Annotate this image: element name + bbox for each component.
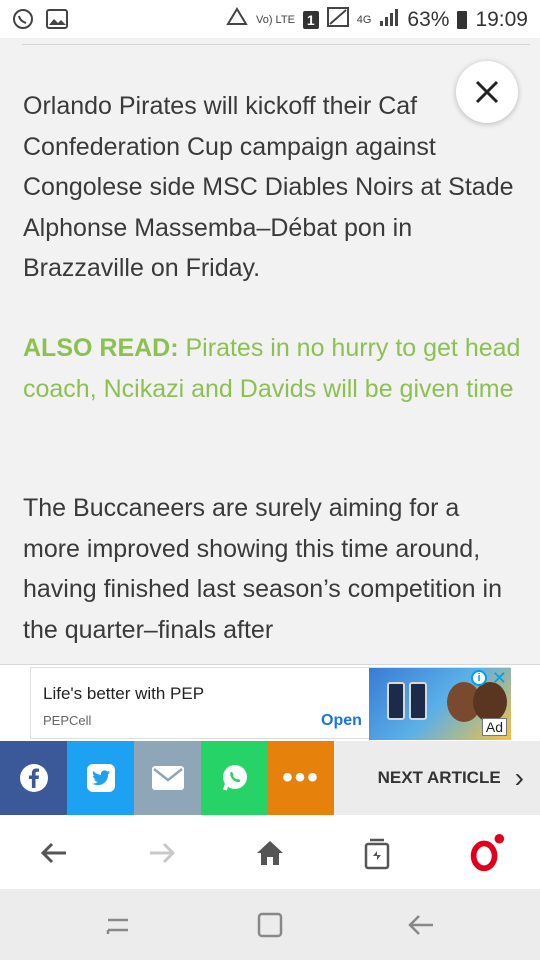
arrow-left-icon	[40, 842, 66, 864]
signal-empty-icon	[326, 7, 349, 33]
also-read-link[interactable]: ALSO READ: Pirates in no hurry to get he…	[23, 328, 523, 409]
facebook-icon	[19, 764, 48, 792]
browser-toolbar	[0, 815, 540, 889]
battery-icon	[457, 11, 468, 29]
gallery-notification-icon	[46, 9, 68, 35]
ad-title[interactable]: Life's better with PEP	[43, 684, 204, 704]
more-share-button[interactable]: •••	[268, 741, 334, 815]
next-article-button[interactable]: NEXT ARTICLE ›	[334, 741, 540, 815]
facebook-share-button[interactable]	[0, 741, 67, 815]
article-paragraph: Orlando Pirates will kickoff their Caf C…	[23, 92, 514, 282]
home-square-icon	[257, 912, 283, 938]
ad-tag: Ad	[481, 718, 507, 736]
ad-close-icon[interactable]: ✕	[492, 668, 507, 689]
home-button[interactable]	[250, 833, 290, 873]
divider	[22, 44, 530, 45]
article-body: Orlando Pirates will kickoff their Caf C…	[0, 38, 540, 664]
sim-badge: 1	[302, 11, 319, 29]
recent-apps-icon	[106, 918, 128, 934]
volte-indicator: Vo) LTE	[255, 14, 295, 26]
mail-icon	[151, 766, 184, 790]
share-bar: ••• NEXT ARTICLE ›	[0, 741, 540, 815]
clock: 19:09	[475, 8, 528, 31]
also-read-label: ALSO READ:	[23, 334, 179, 362]
ad-open-button[interactable]: Open	[321, 712, 362, 730]
next-article-label: NEXT ARTICLE	[377, 768, 501, 787]
recent-apps-button[interactable]	[98, 909, 138, 941]
back-nav-button[interactable]	[401, 909, 441, 941]
chevron-right-icon: ›	[514, 762, 524, 793]
ad-info-icon[interactable]: i	[471, 670, 487, 686]
twitter-icon	[86, 764, 115, 792]
ad-phone-image	[409, 682, 427, 720]
whatsapp-notification-icon	[12, 8, 34, 36]
ad-phone-image	[387, 682, 405, 720]
forward-button[interactable]	[142, 833, 182, 873]
system-navigation-bar	[0, 889, 540, 960]
close-icon[interactable]	[472, 77, 502, 107]
back-button[interactable]	[34, 833, 74, 873]
ad-advertiser: PEPCell	[43, 713, 92, 728]
opera-menu-button[interactable]	[466, 833, 506, 873]
twitter-share-button[interactable]	[67, 741, 134, 815]
close-button[interactable]	[456, 61, 518, 123]
email-share-button[interactable]	[134, 741, 201, 815]
network-type: 4G	[356, 14, 372, 26]
arrow-right-icon	[150, 842, 176, 864]
ad-banner[interactable]: Life's better with PEP PEPCell Open i ✕ …	[0, 664, 540, 741]
back-arrow-icon	[408, 915, 433, 935]
signal-bars-icon	[379, 8, 399, 32]
status-bar: Vo) LTE 1 4G 63% 19:09	[0, 0, 540, 38]
tabs-icon	[364, 838, 390, 870]
tabs-button[interactable]	[357, 833, 397, 873]
home-nav-button[interactable]	[250, 909, 290, 941]
home-icon	[257, 841, 283, 865]
whatsapp-share-button[interactable]	[201, 741, 268, 815]
ad-image[interactable]: i ✕ Ad	[369, 668, 511, 740]
opera-icon	[470, 833, 505, 872]
ad-container[interactable]: Life's better with PEP PEPCell Open i ✕ …	[30, 667, 511, 740]
article-paragraph: The Buccaneers are surely aiming for a m…	[23, 494, 502, 644]
whatsapp-icon	[222, 765, 247, 791]
recycle-icon	[226, 7, 248, 33]
battery-percent: 63%	[407, 8, 450, 31]
